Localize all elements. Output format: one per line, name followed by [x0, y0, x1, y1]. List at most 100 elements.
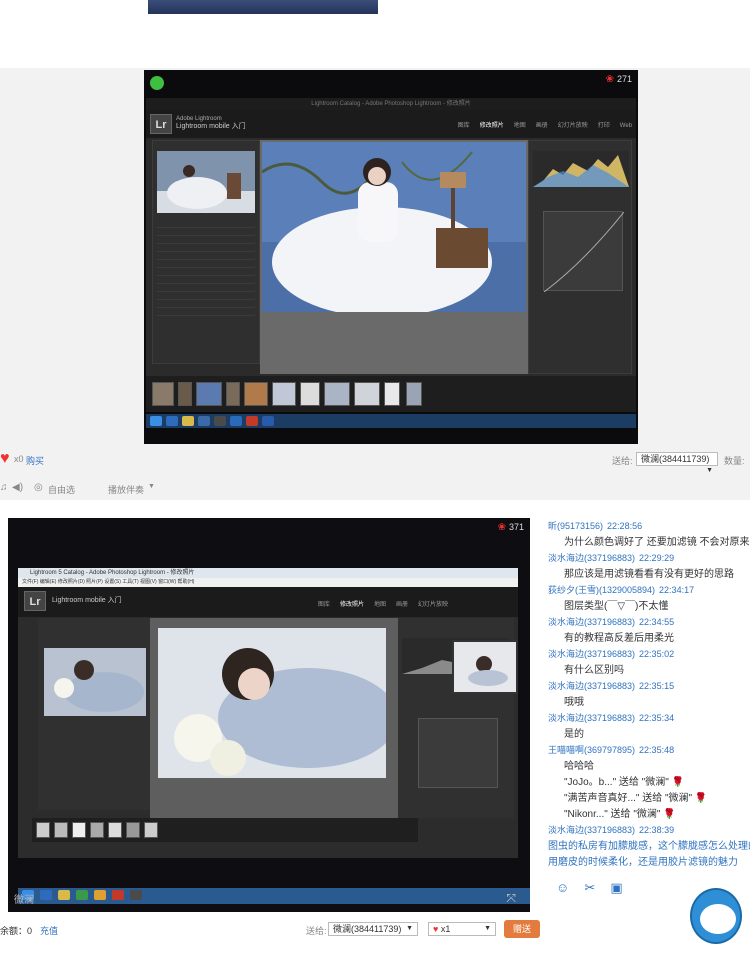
module-tab[interactable]: 修改照片: [340, 602, 364, 608]
mode-label[interactable]: 自由选: [48, 483, 75, 496]
ie-icon[interactable]: [166, 416, 178, 426]
module-tab[interactable]: Web: [620, 123, 632, 129]
chat-username[interactable]: 淡水海边(337196883): [548, 825, 635, 835]
preset-row[interactable]: [157, 229, 255, 236]
scissors-icon[interactable]: ✂: [584, 880, 595, 895]
module-tab[interactable]: 画册: [396, 602, 408, 608]
chat-username[interactable]: 淡水海边(337196883): [548, 713, 635, 723]
filmstrip-thumb[interactable]: [178, 382, 192, 406]
chevron-down-icon[interactable]: ▼: [148, 483, 155, 490]
filmstrip-thumb[interactable]: [36, 822, 50, 838]
chat-username[interactable]: 淡水海边(337196883): [548, 553, 635, 563]
speaker-icon[interactable]: ◀): [12, 482, 23, 493]
filmstrip-thumb[interactable]: [152, 382, 174, 406]
video-stream-2[interactable]: ❀ 371 Lightroom 5 Catalog - Adobe Photosh…: [8, 518, 530, 912]
mic-icon[interactable]: ♫: [0, 482, 8, 493]
fullscreen-icon[interactable]: ⤧: [506, 891, 516, 906]
chat-username[interactable]: 荻纱夕(王雪)(1329005894): [548, 585, 655, 595]
chat-username[interactable]: 王喵喵啊(369797895): [548, 745, 635, 755]
filmstrip-thumb[interactable]: [244, 382, 268, 406]
app-icon[interactable]: [76, 890, 88, 900]
chat-panel: 昕(95173156) 22:28:56 为什么颜色调好了 还要加滤镜 不会对原来的…: [548, 518, 750, 868]
filmstrip-thumb[interactable]: [144, 822, 158, 838]
lightroom-taskbar-icon[interactable]: [130, 890, 142, 900]
preset-row[interactable]: [157, 277, 255, 284]
smile-icon[interactable]: ☺: [556, 880, 569, 895]
chat-message-text: 图虫的私房有加朦胧感，这个朦胧感怎么处理的: [548, 841, 750, 852]
filmstrip-thumb[interactable]: [72, 822, 86, 838]
video-stream-1[interactable]: ❀ 271 Lightroom Catalog - Adobe Photoshop…: [144, 70, 638, 444]
image-icon[interactable]: ▣: [610, 880, 622, 895]
module-tab[interactable]: 修改照片: [480, 123, 504, 129]
ie-icon[interactable]: [40, 890, 52, 900]
filmstrip-thumb[interactable]: [324, 382, 350, 406]
chat-username[interactable]: 淡水海边(337196883): [548, 681, 635, 691]
preset-row[interactable]: [157, 221, 255, 228]
preset-row[interactable]: [157, 301, 255, 308]
preset-row[interactable]: [157, 293, 255, 300]
preset-row[interactable]: [157, 269, 255, 276]
picture-in-picture[interactable]: [452, 640, 518, 694]
tone-curve[interactable]: [418, 718, 498, 788]
app-icon[interactable]: [246, 416, 258, 426]
viewer-count: ❀ 271: [606, 74, 632, 85]
filmstrip-thumb[interactable]: [90, 822, 104, 838]
module-tab[interactable]: 地图: [514, 123, 526, 129]
navigator-preview[interactable]: [44, 648, 146, 716]
chat-message-header: 淡水海边(337196883) 22:35:15: [548, 678, 750, 694]
filmstrip-thumb[interactable]: [108, 822, 122, 838]
chat-timestamp: 22:29:29: [639, 553, 675, 563]
app-icon[interactable]: [94, 890, 106, 900]
send-gift-button[interactable]: 赠送: [504, 920, 540, 938]
start-icon[interactable]: [150, 416, 162, 426]
gift-select[interactable]: ♥ x1 ▼: [428, 922, 496, 936]
app-icon[interactable]: [112, 890, 124, 900]
navigator-preview[interactable]: [157, 151, 255, 213]
tone-curve[interactable]: [543, 211, 625, 293]
filmstrip-thumb[interactable]: [300, 382, 320, 406]
mode-icon[interactable]: ◎: [34, 482, 43, 493]
chat-timestamp: 22:28:56: [607, 521, 643, 531]
filmstrip-thumb[interactable]: [226, 382, 240, 406]
module-tab[interactable]: 地图: [374, 602, 386, 608]
chat-message: 有的教程高反差后用柔光: [548, 630, 750, 646]
center-preview: [150, 618, 398, 818]
module-tab[interactable]: 幻灯片放映: [418, 602, 448, 608]
module-tab[interactable]: 图库: [318, 602, 330, 608]
word-icon[interactable]: [262, 416, 274, 426]
module-tab[interactable]: 幻灯片放映: [558, 123, 588, 129]
recipient-select[interactable]: 微澜(384411739) ▼: [636, 452, 718, 474]
filmstrip-thumb[interactable]: [384, 382, 400, 406]
module-tab[interactable]: 打印: [598, 123, 610, 129]
chat-username[interactable]: 昕(95173156): [548, 521, 603, 531]
chat-message-text: "Nikonr..." 送给 "微澜" 🌹: [564, 809, 676, 820]
filmstrip-thumb[interactable]: [126, 822, 140, 838]
chat-username[interactable]: 淡水海边(337196883): [548, 649, 635, 659]
filmstrip-thumb[interactable]: [196, 382, 222, 406]
recharge-link[interactable]: 充值: [40, 924, 58, 937]
filmstrip-thumb[interactable]: [406, 382, 422, 406]
preset-row[interactable]: [157, 237, 255, 244]
folder-icon[interactable]: [58, 890, 70, 900]
playlist-label[interactable]: 播放伴奏: [108, 483, 144, 496]
module-tab[interactable]: 画册: [536, 123, 548, 129]
viewer-count: ❀ 371: [498, 522, 524, 533]
chat-username[interactable]: 淡水海边(337196883): [548, 617, 635, 627]
folder-icon[interactable]: [182, 416, 194, 426]
recipient-select[interactable]: 微澜(384411739) ▼: [328, 922, 418, 936]
module-tab[interactable]: 图库: [458, 123, 470, 129]
preset-row[interactable]: [157, 285, 255, 292]
filmstrip-thumb[interactable]: [272, 382, 296, 406]
preset-row[interactable]: [157, 245, 255, 252]
lightroom-taskbar-icon[interactable]: [214, 416, 226, 426]
app-icon[interactable]: [198, 416, 210, 426]
module-picker: 图库 修改照片 地图 画册 幻灯片放映: [308, 599, 448, 608]
buy-link[interactable]: 购买: [26, 454, 44, 467]
preset-row[interactable]: [157, 309, 255, 316]
filmstrip-thumb[interactable]: [354, 382, 380, 406]
preset-row[interactable]: [157, 253, 255, 260]
app-icon[interactable]: [230, 416, 242, 426]
gift-bar-1: ♥ x0 购买 送给: 微澜(384411739) ▼ 数量:: [0, 448, 750, 475]
preset-row[interactable]: [157, 261, 255, 268]
filmstrip-thumb[interactable]: [54, 822, 68, 838]
